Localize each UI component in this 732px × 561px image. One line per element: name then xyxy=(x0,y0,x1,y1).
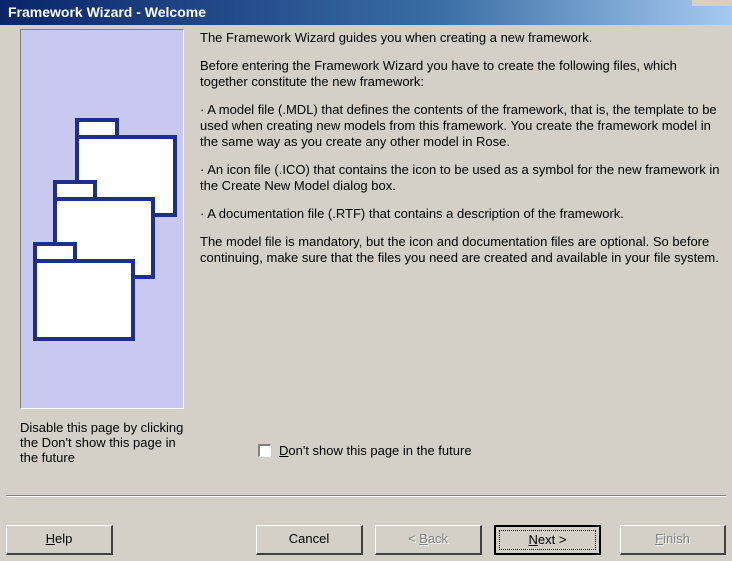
back-button[interactable]: < Back xyxy=(375,525,482,555)
dont-show-mnemonic: D xyxy=(279,443,289,458)
next-label: ext > xyxy=(537,532,567,547)
cancel-label: Cancel xyxy=(288,531,330,546)
welcome-text: The Framework Wizard guides you when cre… xyxy=(200,30,725,278)
dont-show-checkbox-row[interactable]: Don't show this page in the future xyxy=(258,443,472,458)
help-label: elp xyxy=(55,531,73,546)
dont-show-label-text: on't show this page in the future xyxy=(288,443,472,458)
button-separator xyxy=(6,495,726,497)
wizard-graphic-panel xyxy=(20,29,184,409)
finish-label: inish xyxy=(663,531,690,546)
intro-paragraph: The Framework Wizard guides you when cre… xyxy=(200,30,593,45)
back-label: ack xyxy=(427,531,449,546)
documentation-file-paragraph: · A documentation file (.RTF) that conta… xyxy=(200,206,624,221)
title-bar-edge xyxy=(692,0,732,6)
stacked-folders-icon xyxy=(33,118,177,341)
next-mnemonic: N xyxy=(528,532,538,547)
back-prefix: < xyxy=(407,531,420,546)
next-button[interactable]: Next > xyxy=(494,525,601,555)
next-focus-rect: Next > xyxy=(499,530,596,550)
side-note: Disable this page by clicking the Don't … xyxy=(20,420,184,465)
help-mnemonic: H xyxy=(45,531,56,546)
back-mnemonic: B xyxy=(419,531,428,546)
dont-show-checkbox[interactable] xyxy=(258,444,271,457)
icon-file-paragraph: · An icon file (.ICO) that contains the … xyxy=(200,162,720,193)
finish-button[interactable]: Finish xyxy=(620,525,726,555)
cancel-button[interactable]: Cancel xyxy=(256,525,363,555)
dont-show-label[interactable]: Don't show this page in the future xyxy=(279,443,472,458)
help-button[interactable]: Help xyxy=(6,525,113,555)
title-bar: Framework Wizard - Welcome xyxy=(0,0,732,25)
mandatory-note-paragraph: The model file is mandatory, but the ico… xyxy=(200,234,719,265)
prerequisite-paragraph: Before entering the Framework Wizard you… xyxy=(200,58,677,89)
model-file-paragraph: · A model file (.MDL) that defines the c… xyxy=(200,102,717,149)
window-title: Framework Wizard - Welcome xyxy=(8,4,207,20)
finish-mnemonic: F xyxy=(655,531,664,546)
